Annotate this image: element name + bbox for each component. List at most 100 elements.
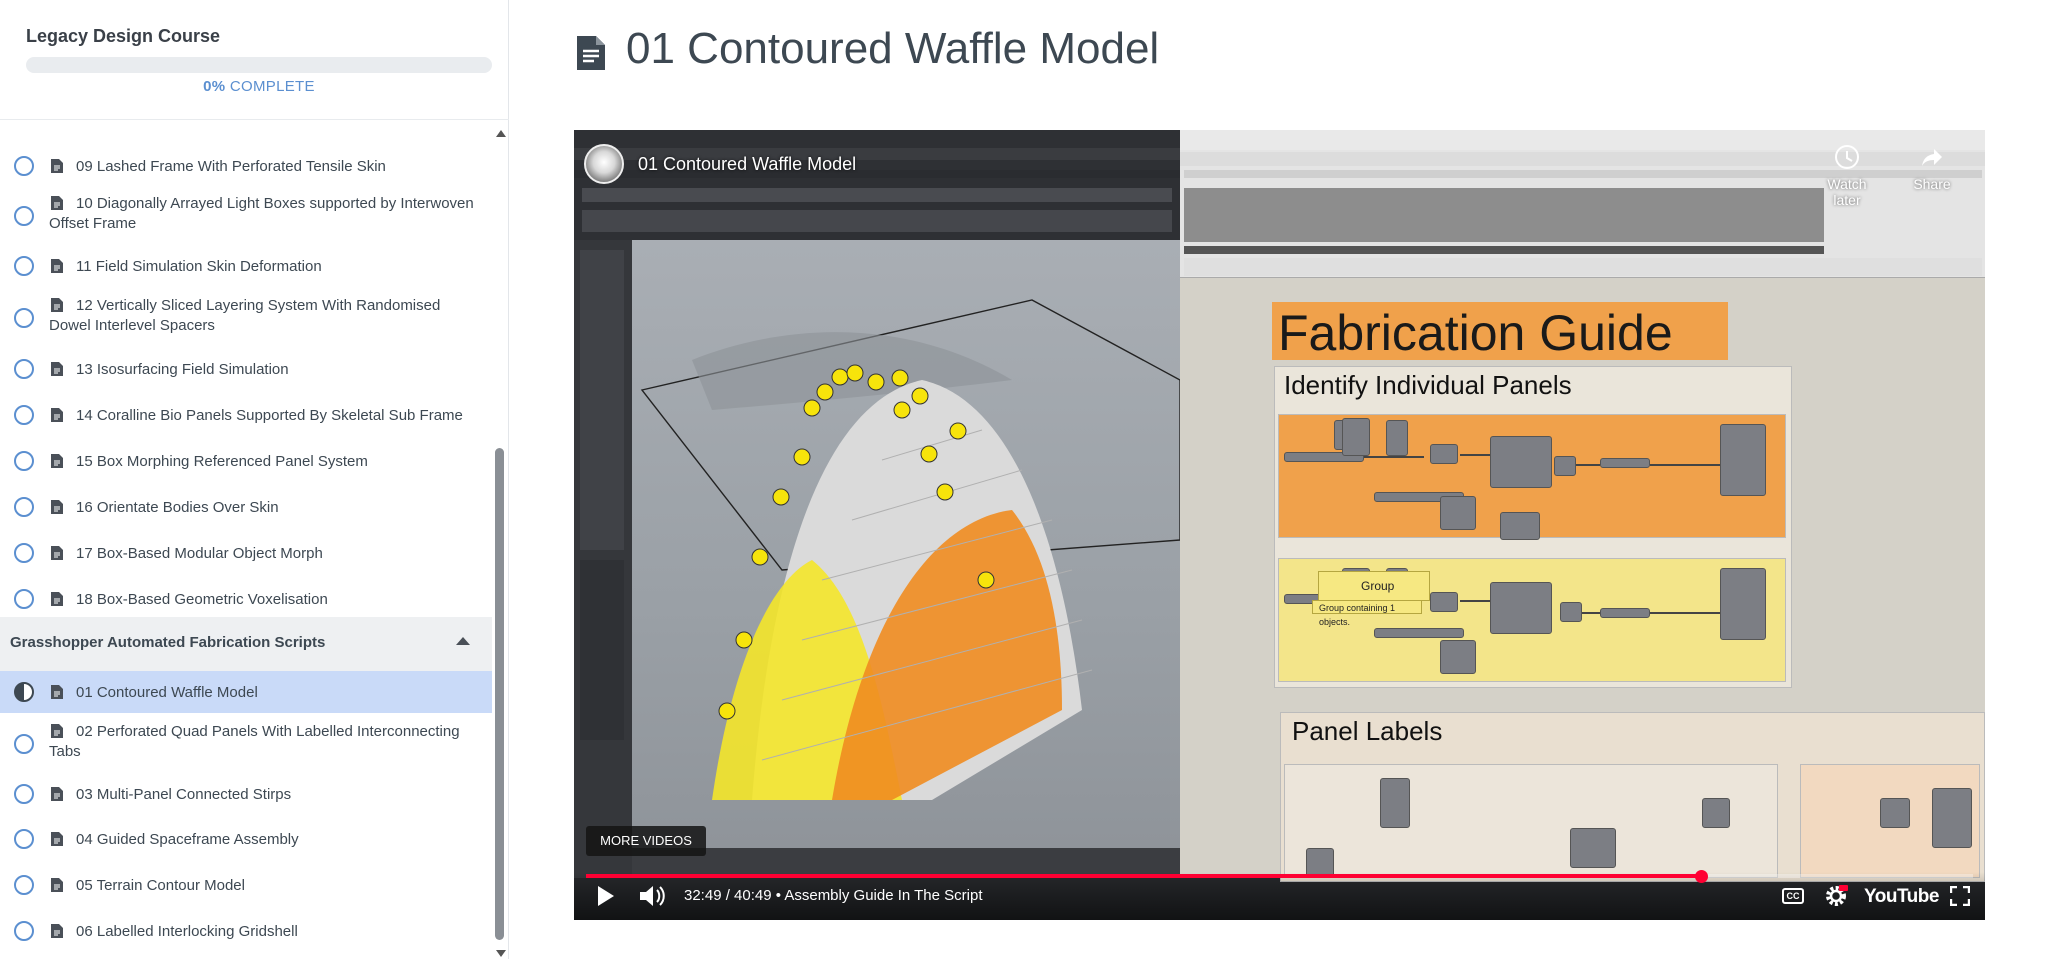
lesson-status-circle-icon[interactable] [14,921,34,941]
lesson-item-active[interactable]: 01 Contoured Waffle Model [0,671,492,713]
lesson-item[interactable]: 15 Box Morphing Referenced Panel System [0,438,492,482]
lesson-label: 06 Labelled Interlocking Gridshell [76,923,298,940]
lesson-label: 10 Diagonally Arrayed Light Boxes suppor… [49,195,474,232]
scroll-up-arrow-icon[interactable] [496,130,506,137]
lesson-status-circle-icon[interactable] [14,256,34,276]
grasshopper-canvas: Fabrication Guide Identify Individual Pa… [1180,278,1985,882]
course-title: Legacy Design Course [26,26,221,46]
lesson-status-circle-icon[interactable] [14,875,34,895]
lesson-status-circle-icon[interactable] [14,308,34,328]
seek-bar-played [586,874,1702,878]
waffle-model-illustration [640,299,1181,800]
share-arrow-icon [1922,149,1942,166]
rhino-perspective-viewport [632,240,1181,848]
watch-later-button[interactable]: Watch later [1812,144,1882,208]
lesson-item[interactable]: 11 Field Simulation Skin Deformation [0,246,492,288]
time-display: 32:49 / 40:49 [684,887,772,904]
lesson-label: 11 Field Simulation Skin Deformation [76,258,322,275]
video-player[interactable]: Fabrication Guide Identify Individual Pa… [574,130,1985,920]
lesson-item[interactable]: 14 Coralline Bio Panels Supported By Ske… [0,393,492,437]
video-frame-grasshopper: Fabrication Guide Identify Individual Pa… [1180,130,1985,882]
seek-bar[interactable] [586,870,1973,883]
panel-labels-heading: Panel Labels [1292,716,1443,746]
identify-panels-heading: Identify Individual Panels [1284,370,1572,400]
section-title: Grasshopper Automated Fabrication Script… [10,634,326,651]
lesson-item[interactable]: 04 Guided Spaceframe Assembly [0,818,492,862]
rhino-side-tools [574,240,632,878]
course-progress-bar [26,57,492,73]
video-frame-rhino [574,130,1181,878]
lesson-item[interactable]: 18 Box-Based Geometric Voxelisation [0,573,492,617]
lesson-label: 15 Box Morphing Referenced Panel System [76,453,368,470]
sidebar-scrollbar[interactable] [493,126,507,959]
document-icon [51,500,63,514]
scrollbar-thumb[interactable] [495,448,504,940]
fabrication-guide-text: Fabrication Guide [1278,305,1673,361]
chapter-title[interactable]: Assembly Guide In The Script [784,887,982,904]
youtube-logo[interactable]: YouTube [1864,886,1939,908]
lesson-item[interactable]: 03 Multi-Panel Connected Stirps [0,773,492,817]
lesson-status-circle-icon[interactable] [14,156,34,176]
lesson-item[interactable]: 16 Orientate Bodies Over Skin [0,483,492,527]
lesson-in-progress-icon[interactable] [14,682,34,702]
collapse-caret-icon[interactable] [456,637,470,645]
document-icon [51,924,63,938]
progress-percent: 0% [203,78,226,95]
video-controls: 32:49 / 40:49 • Assembly Guide In The Sc… [574,870,1985,920]
clock-icon [1835,145,1859,169]
tooltip-subtext: Group containing 1 objects. [1312,600,1422,627]
lesson-label: 01 Contoured Waffle Model [76,684,258,701]
lesson-status-circle-icon[interactable] [14,497,34,517]
captions-button[interactable]: CC [1782,888,1804,904]
lesson-item[interactable]: 17 Box-Based Modular Object Morph [0,528,492,572]
lesson-label: 02 Perforated Quad Panels With Labelled … [49,723,460,760]
document-icon [51,592,63,606]
lesson-status-circle-icon[interactable] [14,543,34,563]
lesson-status-circle-icon[interactable] [14,451,34,471]
tooltip-title: Group [1361,579,1395,593]
video-title[interactable]: 01 Contoured Waffle Model [638,154,856,175]
lesson-item[interactable]: 06 Labelled Interlocking Gridshell [0,908,492,952]
lesson-item[interactable]: 09 Lashed Frame With Perforated Tensile … [0,147,492,187]
lesson-label: 14 Coralline Bio Panels Supported By Ske… [76,407,463,424]
document-icon [577,36,605,70]
page-title: 01 Contoured Waffle Model [626,24,1160,73]
lesson-status-circle-icon[interactable] [14,734,34,754]
fabrication-guide-label: Fabrication Guide [1272,302,1728,361]
list-item [0,126,492,130]
document-icon [51,259,63,273]
volume-icon[interactable] [638,884,668,908]
more-videos-button[interactable]: MORE VIDEOS [586,826,706,856]
course-header: Legacy Design Course 0% COMPLETE [0,0,509,120]
section-header[interactable]: Grasshopper Automated Fabrication Script… [0,617,492,671]
document-icon [51,159,63,173]
lesson-status-circle-icon[interactable] [14,829,34,849]
lesson-status-circle-icon[interactable] [14,589,34,609]
lesson-item[interactable]: 05 Terrain Contour Model [0,863,492,907]
document-icon [51,454,63,468]
course-progress-text: 0% COMPLETE [0,78,518,95]
lesson-label: 04 Guided Spaceframe Assembly [76,831,299,848]
group-tooltip: Group [1318,571,1430,601]
gear-icon[interactable] [1824,884,1848,908]
lesson-list[interactable]: 09 Lashed Frame With Perforated Tensile … [0,126,492,959]
lesson-status-circle-icon[interactable] [14,405,34,425]
channel-avatar[interactable] [584,144,624,184]
lesson-item[interactable]: 12 Vertically Sliced Layering System Wit… [0,289,492,347]
scroll-down-arrow-icon[interactable] [496,950,506,957]
lesson-label: 12 Vertically Sliced Layering System Wit… [49,297,441,334]
share-button[interactable]: Share [1902,144,1962,192]
video-title-row[interactable]: 01 Contoured Waffle Model [584,144,856,184]
lesson-item[interactable]: 02 Perforated Quad Panels With Labelled … [0,714,492,772]
lesson-status-circle-icon[interactable] [14,206,34,226]
fullscreen-icon[interactable] [1950,886,1970,906]
lesson-status-circle-icon[interactable] [14,359,34,379]
seek-handle[interactable] [1695,870,1709,883]
document-icon [51,546,63,560]
play-icon[interactable] [598,886,614,906]
lesson-item[interactable]: 13 Isosurfacing Field Simulation [0,348,492,392]
lesson-item[interactable]: 10 Diagonally Arrayed Light Boxes suppor… [0,188,492,244]
lesson-status-circle-icon[interactable] [14,784,34,804]
lesson-label: 17 Box-Based Modular Object Morph [76,545,323,562]
share-label: Share [1913,176,1951,192]
